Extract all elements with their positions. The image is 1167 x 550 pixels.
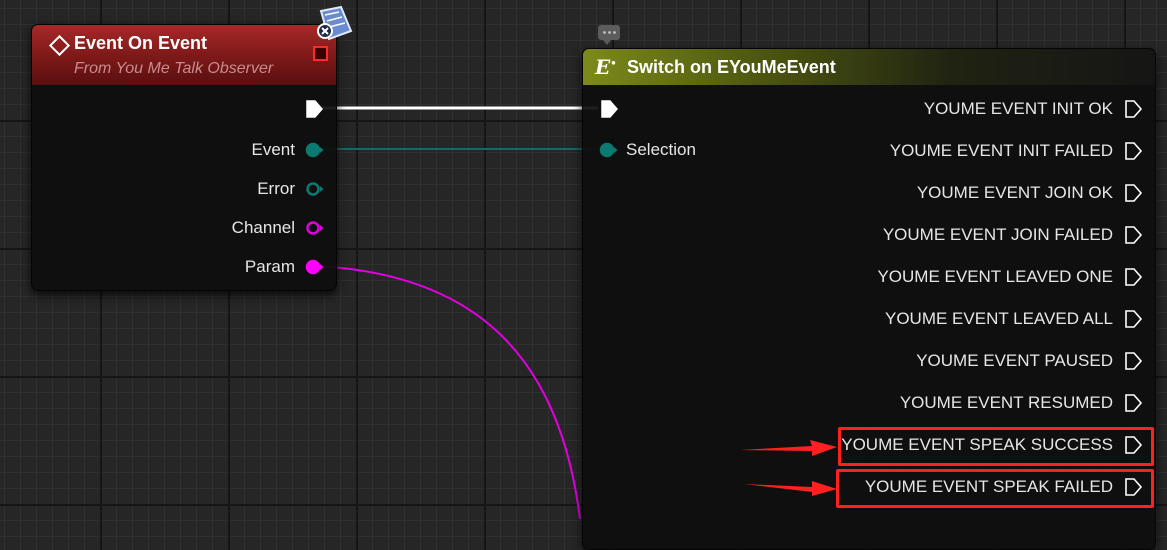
switch-node-header[interactable]: E• Switch on EYouMeEvent [583,49,1155,85]
output-pin-label: YOUME EVENT SPEAK SUCCESS [841,435,1113,454]
exec-out-pin-icon[interactable] [1123,351,1143,371]
event-exec-out-row[interactable] [304,97,324,121]
exec-out-pin-icon[interactable] [1123,477,1143,497]
enum-pin-icon[interactable] [305,142,324,158]
exec-out-pin-icon[interactable] [1123,435,1143,455]
output-pin-row[interactable]: YOUME EVENT PAUSED [916,349,1143,373]
exec-out-pin-icon[interactable] [1123,99,1143,119]
channel-pin-row[interactable]: Channel [232,216,324,240]
output-pin-label: YOUME EVENT PAUSED [916,351,1113,370]
output-pin-label: YOUME EVENT LEAVED ONE [877,267,1113,286]
event-diamond-icon [48,34,71,57]
output-pin-row-speak-success[interactable]: YOUME EVENT SPEAK SUCCESS [841,433,1143,457]
selection-pin-label: Selection [626,140,696,159]
exec-out-pin-icon[interactable] [1123,309,1143,329]
exec-out-pin-icon[interactable] [1123,267,1143,287]
switch-enum-icon: E• [595,55,617,79]
string-pin-hollow-icon[interactable] [305,220,324,236]
output-pin-row[interactable]: YOUME EVENT INIT OK [924,97,1143,121]
enum-pin-hollow-icon[interactable] [305,181,324,197]
output-pin-label: YOUME EVENT INIT OK [923,99,1113,118]
event-node[interactable]: Event On Event From You Me Talk Observer… [31,24,337,291]
enum-pin-icon[interactable] [599,142,618,158]
output-pin-label: YOUME EVENT RESUMED [899,393,1113,412]
selection-pin-row[interactable]: Selection [599,138,696,162]
switch-node-title: Switch on EYouMeEvent [627,57,836,77]
server-replication-icon [317,5,353,41]
bubble-dots [602,31,616,34]
output-pin-label: YOUME EVENT INIT FAILED [889,141,1113,160]
param-pin-label: Param [244,257,295,276]
switch-node[interactable]: E• Switch on EYouMeEvent Selection YOUME… [582,48,1156,550]
delegate-pin-icon[interactable] [313,46,328,61]
output-pin-label: YOUME EVENT LEAVED ALL [884,309,1113,328]
output-pin-label: YOUME EVENT JOIN OK [916,183,1113,202]
exec-out-pin-icon[interactable] [304,99,324,119]
output-pin-label: YOUME EVENT SPEAK FAILED [864,477,1113,496]
error-pin-row[interactable]: Error [257,177,324,201]
exec-out-pin-icon[interactable] [1123,393,1143,413]
param-pin-row[interactable]: Param [245,255,324,279]
output-pin-row[interactable]: YOUME EVENT RESUMED [900,391,1143,415]
output-pin-row[interactable]: YOUME EVENT INIT FAILED [890,139,1143,163]
output-pin-row-speak-failed[interactable]: YOUME EVENT SPEAK FAILED [865,475,1143,499]
output-pin-row[interactable]: YOUME EVENT LEAVED ONE [877,265,1143,289]
exec-out-pin-icon[interactable] [1123,225,1143,245]
event-node-header[interactable]: Event On Event From You Me Talk Observer [32,25,336,85]
switch-exec-in-row[interactable] [599,97,619,121]
event-pin-label: Event [251,140,295,159]
exec-out-pin-icon[interactable] [1123,141,1143,161]
output-pin-row[interactable]: YOUME EVENT LEAVED ALL [885,307,1143,331]
output-pin-row[interactable]: YOUME EVENT JOIN OK [917,181,1143,205]
exec-out-pin-icon[interactable] [1123,183,1143,203]
exec-in-pin-icon[interactable] [599,99,619,119]
output-pin-label: YOUME EVENT JOIN FAILED [882,225,1113,244]
string-pin-icon[interactable] [305,259,324,275]
event-node-subtitle: From You Me Talk Observer [74,60,274,77]
comment-bubble-icon[interactable] [598,25,620,45]
output-pin-row[interactable]: YOUME EVENT JOIN FAILED [883,223,1143,247]
channel-pin-label: Channel [231,218,295,237]
error-pin-label: Error [257,179,295,198]
string-wire [317,265,581,519]
event-pin-row[interactable]: Event [252,138,324,162]
event-node-title: Event On Event [74,33,208,53]
